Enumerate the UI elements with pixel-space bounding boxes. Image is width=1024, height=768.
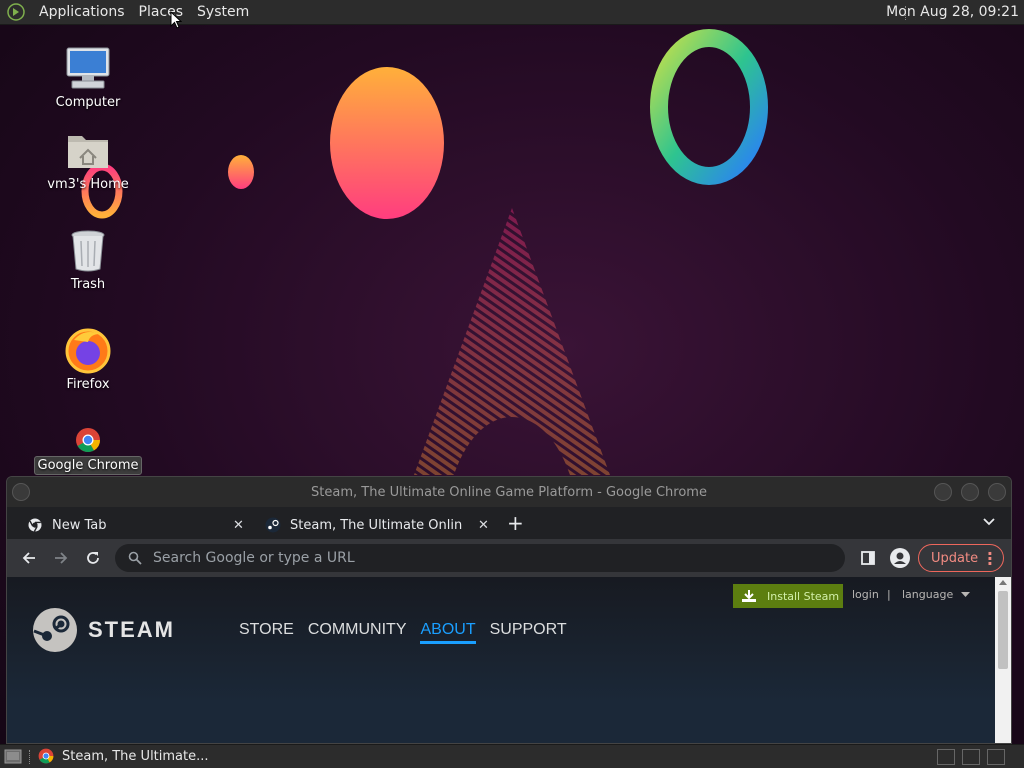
taskbar-item-chrome[interactable]: Steam, The Ultimate... xyxy=(38,748,209,764)
steam-nav: STORE COMMUNITY ABOUT SUPPORT xyxy=(239,621,581,644)
update-button[interactable]: Update · · · xyxy=(918,544,1004,572)
desktop-icon-label: Firefox xyxy=(66,377,110,392)
language-dropdown[interactable]: language xyxy=(902,588,970,601)
window-title: Steam, The Ultimate Online Game Platform… xyxy=(311,484,707,500)
chrome-icon xyxy=(38,748,54,764)
login-link[interactable]: login xyxy=(852,588,879,601)
desktop-icon-home[interactable]: vm3's Home xyxy=(33,126,143,193)
tab-steam[interactable]: Steam, The Ultimate Online Game Platform… xyxy=(265,511,489,539)
toolbar: Search Google or type a URL Update · · · xyxy=(7,539,1011,577)
download-icon xyxy=(741,589,759,603)
install-steam-button[interactable]: Install Steam xyxy=(733,584,843,608)
minimize-button[interactable] xyxy=(934,483,952,501)
language-label: language xyxy=(902,588,954,601)
close-tab-icon[interactable]: ✕ xyxy=(478,518,489,533)
mouse-cursor-icon xyxy=(170,11,182,29)
maximize-button[interactable] xyxy=(961,483,979,501)
omnibox[interactable]: Search Google or type a URL xyxy=(115,544,845,572)
reload-icon[interactable] xyxy=(83,548,103,568)
scrollbar-thumb[interactable] xyxy=(998,591,1008,669)
steam-page: Install Steam login | language STEAM STO… xyxy=(7,577,997,743)
chrome-window: Steam, The Ultimate Online Game Platform… xyxy=(6,476,1012,744)
update-label: Update xyxy=(931,550,979,566)
back-icon[interactable] xyxy=(19,548,39,568)
steam-logo[interactable]: STEAM xyxy=(32,607,175,653)
bottom-panel: Steam, The Ultimate... xyxy=(0,744,1024,768)
side-panel-icon[interactable] xyxy=(858,548,878,568)
chrome-icon xyxy=(64,426,112,454)
scroll-up-arrow-icon[interactable] xyxy=(999,580,1007,585)
header-separator: | xyxy=(887,588,891,601)
nav-support[interactable]: SUPPORT xyxy=(490,621,567,644)
desktop-icon-firefox[interactable]: Firefox xyxy=(33,326,143,393)
chrome-icon xyxy=(27,517,43,533)
page-scrollbar[interactable] xyxy=(995,577,1011,743)
applications-menu[interactable]: Applications xyxy=(32,4,132,20)
search-icon xyxy=(127,550,143,566)
window-titlebar[interactable]: Steam, The Ultimate Online Game Platform… xyxy=(7,477,1011,507)
steam-icon xyxy=(265,517,281,533)
desktop-icon-computer[interactable]: Computer xyxy=(33,44,143,111)
tab-title: Steam, The Ultimate Online Game Platform xyxy=(290,517,462,533)
workspace-2[interactable] xyxy=(962,749,980,765)
desktop-icon-label: Trash xyxy=(70,277,106,292)
tab-search-chevron-icon[interactable] xyxy=(983,515,995,530)
tab-strip: New Tab ✕ Steam, The Ultimate Online Gam… xyxy=(7,507,1011,539)
desktop-icon-label: vm3's Home xyxy=(47,177,129,192)
omnibox-placeholder: Search Google or type a URL xyxy=(153,550,355,566)
caret-down-icon xyxy=(957,588,970,601)
tab-new-tab[interactable]: New Tab ✕ xyxy=(27,511,247,539)
close-tab-icon[interactable]: ✕ xyxy=(233,518,244,533)
desktop-icon-label: Google Chrome xyxy=(33,456,143,475)
desktop-icon-chrome[interactable]: Google Chrome xyxy=(33,426,143,475)
desktop-icon-trash[interactable]: Trash xyxy=(33,226,143,293)
firefox-icon xyxy=(64,326,112,374)
nav-store[interactable]: STORE xyxy=(239,621,294,644)
show-desktop-icon[interactable] xyxy=(4,749,22,765)
tab-title: New Tab xyxy=(52,517,107,533)
nav-community[interactable]: COMMUNITY xyxy=(308,621,407,644)
top-panel: Applications Places System Mon Aug 28, 0… xyxy=(0,0,1024,25)
profile-avatar-icon[interactable] xyxy=(890,548,910,568)
steam-logo-icon xyxy=(33,608,77,652)
panel-separator xyxy=(29,750,31,764)
computer-icon xyxy=(64,44,112,92)
desktop-icon-label: Computer xyxy=(55,95,121,110)
nav-about[interactable]: ABOUT xyxy=(420,621,476,644)
steam-logo-text: STEAM xyxy=(88,617,175,642)
install-steam-label: Install Steam xyxy=(767,589,840,603)
wallpaper xyxy=(0,25,1024,475)
forward-icon[interactable] xyxy=(51,548,71,568)
distro-logo-icon[interactable] xyxy=(6,2,26,22)
workspace-1[interactable] xyxy=(937,749,955,765)
more-menu-icon[interactable]: · · · xyxy=(987,546,993,572)
close-window-button[interactable] xyxy=(988,483,1006,501)
new-tab-icon[interactable]: + xyxy=(507,511,524,535)
trash-icon xyxy=(64,226,112,274)
workspace-3[interactable] xyxy=(987,749,1005,765)
system-menu[interactable]: System xyxy=(190,4,256,20)
taskbar-item-label: Steam, The Ultimate... xyxy=(62,748,209,764)
home-folder-icon xyxy=(64,126,112,174)
clock[interactable]: Mon Aug 28, 09:21 xyxy=(886,4,1019,20)
window-menu-button[interactable] xyxy=(12,483,30,501)
